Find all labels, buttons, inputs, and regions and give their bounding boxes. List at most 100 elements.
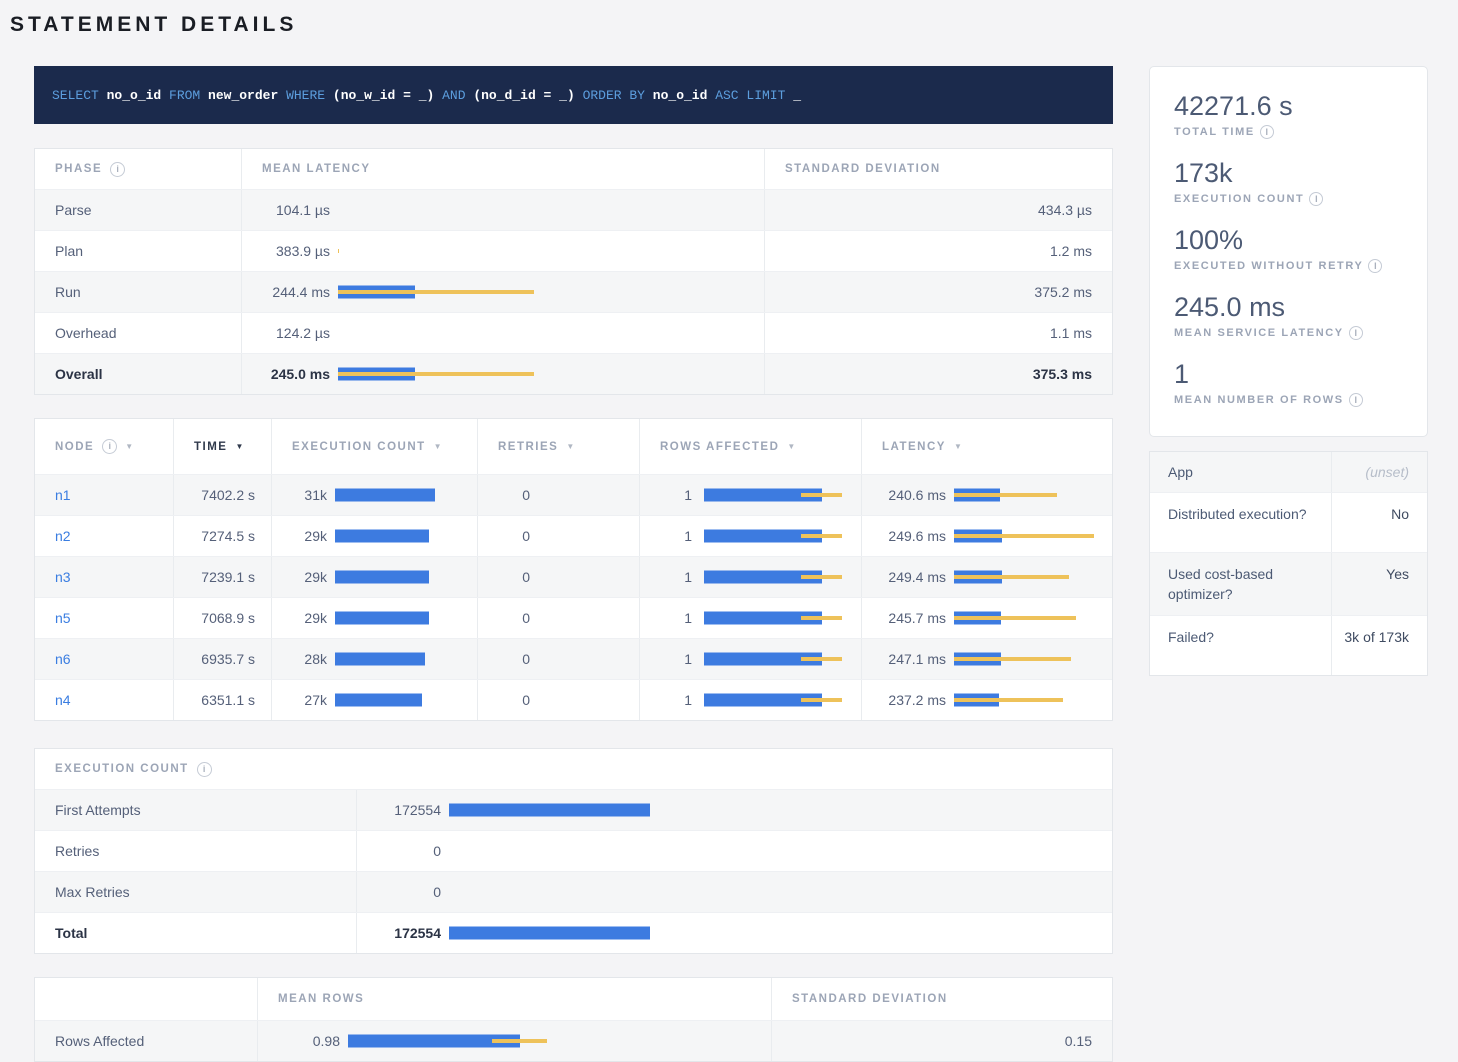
- std-dev-bar: [801, 698, 842, 702]
- column-header-rows-affected[interactable]: Rows Affected▼: [639, 419, 861, 474]
- node-link[interactable]: n5: [55, 610, 71, 626]
- bar-area: [338, 272, 764, 312]
- bar-area: [954, 475, 1112, 515]
- rows-affected-header: Mean Rows Standard Deviation: [35, 978, 1112, 1020]
- bar-value-label: 1: [640, 487, 692, 503]
- exec-label-cell: Retries: [35, 831, 356, 871]
- column-header-label: Rows Affected: [660, 441, 779, 453]
- sort-arrow-icon: ▼: [566, 442, 574, 451]
- std-deviation-cell-text: 0.15: [1065, 1033, 1092, 1049]
- node-link[interactable]: n3: [55, 569, 71, 585]
- node-cell: n2: [35, 516, 173, 556]
- retries-value: 0: [478, 651, 530, 667]
- attribute-label: App: [1150, 452, 1331, 492]
- stat-value: 42271.6 s: [1174, 91, 1403, 122]
- exec-value-cell: 172554: [356, 913, 1112, 953]
- rows-affected-cell: 1: [639, 598, 861, 638]
- node-link[interactable]: n6: [55, 651, 71, 667]
- info-icon[interactable]: i: [110, 162, 125, 177]
- column-header-label: Latency: [882, 441, 946, 453]
- phase-name-cell-text: Overall: [55, 366, 102, 382]
- rows-affected-label-cell-text: Rows Affected: [55, 1033, 144, 1049]
- content-layout: SELECT no_o_id FROM new_order WHERE (no_…: [0, 66, 1458, 1062]
- info-icon[interactable]: i: [197, 762, 212, 777]
- std-dev-bar: [338, 372, 534, 376]
- exec-label-cell-text: Total: [55, 925, 87, 941]
- bar-value-label: 1: [640, 692, 692, 708]
- phase-name-cell: Run: [35, 272, 241, 312]
- column-header-retries[interactable]: Retries▼: [477, 419, 639, 474]
- bar-area: [449, 913, 1112, 953]
- attribute-row: App(unset): [1150, 452, 1427, 492]
- mean-bar: [335, 489, 435, 502]
- retries-cell: 0: [477, 680, 639, 720]
- bar-value-label: 0.98: [258, 1033, 340, 1049]
- column-header-time[interactable]: Time▼: [173, 419, 271, 474]
- bar-cell: 383.9 µs: [242, 231, 764, 271]
- std-dev-bar: [801, 493, 842, 497]
- bar-cell: 244.4 ms: [242, 272, 764, 312]
- bar-value-label: 29k: [272, 569, 327, 585]
- info-icon[interactable]: i: [1349, 326, 1363, 340]
- attribute-value: (unset): [1331, 452, 1427, 492]
- time-cell-text: 7274.5 s: [201, 528, 255, 544]
- std-dev-bar: [954, 616, 1076, 620]
- phase-column-header: Phase i: [35, 149, 241, 189]
- info-icon[interactable]: i: [102, 439, 117, 454]
- sql-statement-text: SELECT no_o_id FROM new_order WHERE (no_…: [52, 88, 801, 103]
- column-header-node[interactable]: Nodei▼: [35, 419, 173, 474]
- column-header-label: Node: [55, 441, 94, 453]
- execution-count-cell: 28k: [271, 639, 477, 679]
- page-title: STATEMENT DETAILS: [0, 0, 1458, 38]
- stat-label-text: Execution Count: [1174, 193, 1304, 205]
- bar-value-label: 172554: [357, 925, 441, 941]
- execution-count-cell: 29k: [271, 557, 477, 597]
- bar-area: [335, 680, 477, 720]
- exec-label-cell-text: Max Retries: [55, 884, 130, 900]
- info-icon[interactable]: i: [1309, 192, 1323, 206]
- node-link[interactable]: n4: [55, 692, 71, 708]
- rows-affected-table: Mean Rows Standard Deviation Rows Affect…: [34, 977, 1113, 1062]
- std-deviation-cell-text: 1.1 ms: [1050, 325, 1092, 341]
- sort-arrow-icon: ▼: [954, 442, 962, 451]
- phase-table-header: Phase i Mean Latency Standard Deviation: [35, 149, 1112, 189]
- bar-area: [954, 680, 1112, 720]
- bar-value-label: 29k: [272, 528, 327, 544]
- bar-cell: 124.2 µs: [242, 313, 764, 353]
- mean-bar: [449, 927, 650, 940]
- std-dev-bar: [338, 290, 534, 294]
- latency-cell: 240.6 ms: [861, 475, 1112, 515]
- bar-cell: 237.2 ms: [862, 680, 1112, 720]
- node-link[interactable]: n1: [55, 487, 71, 503]
- bar-value-label: 172554: [357, 802, 441, 818]
- phase-table-body: Parse104.1 µs434.3 µsPlan383.9 µs1.2 msR…: [35, 189, 1112, 394]
- table-row: n17402.2 s31k01240.6 ms: [35, 474, 1112, 515]
- std-dev-bar: [954, 575, 1069, 579]
- phase-name-cell-text: Run: [55, 284, 81, 300]
- info-icon[interactable]: i: [1368, 259, 1382, 273]
- node-link[interactable]: n2: [55, 528, 71, 544]
- std-dev-bar: [338, 249, 339, 253]
- std-deviation-cell: 375.2 ms: [764, 272, 1112, 312]
- stat-value: 1: [1174, 359, 1403, 390]
- column-header-execution-count[interactable]: Execution Count▼: [271, 419, 477, 474]
- statement-attributes-card: App(unset)Distributed execution?NoUsed c…: [1149, 451, 1428, 676]
- exec-value-cell: 0: [356, 872, 1112, 912]
- execution-count-title: Execution Count i: [35, 749, 1112, 789]
- exec-label-cell-text: Retries: [55, 843, 99, 859]
- node-table-body: n17402.2 s31k01240.6 msn27274.5 s29k0124…: [35, 474, 1112, 720]
- sort-arrow-icon: ▼: [434, 442, 442, 451]
- info-icon[interactable]: i: [1260, 125, 1274, 139]
- info-icon[interactable]: i: [1349, 393, 1363, 407]
- mean-latency-cell: 245.0 ms: [241, 354, 764, 394]
- node-cell: n3: [35, 557, 173, 597]
- mean-rows-cell: 0.98: [257, 1021, 771, 1061]
- stat-label: Mean Service Latencyi: [1174, 326, 1403, 340]
- bar-value-label: 0: [357, 843, 441, 859]
- bar-value-label: 240.6 ms: [862, 487, 946, 503]
- bar-value-label: 29k: [272, 610, 327, 626]
- column-header-latency[interactable]: Latency ▼: [861, 419, 1112, 474]
- time-cell: 7239.1 s: [173, 557, 271, 597]
- retries-cell: 0: [477, 639, 639, 679]
- bar-value-label: 247.1 ms: [862, 651, 946, 667]
